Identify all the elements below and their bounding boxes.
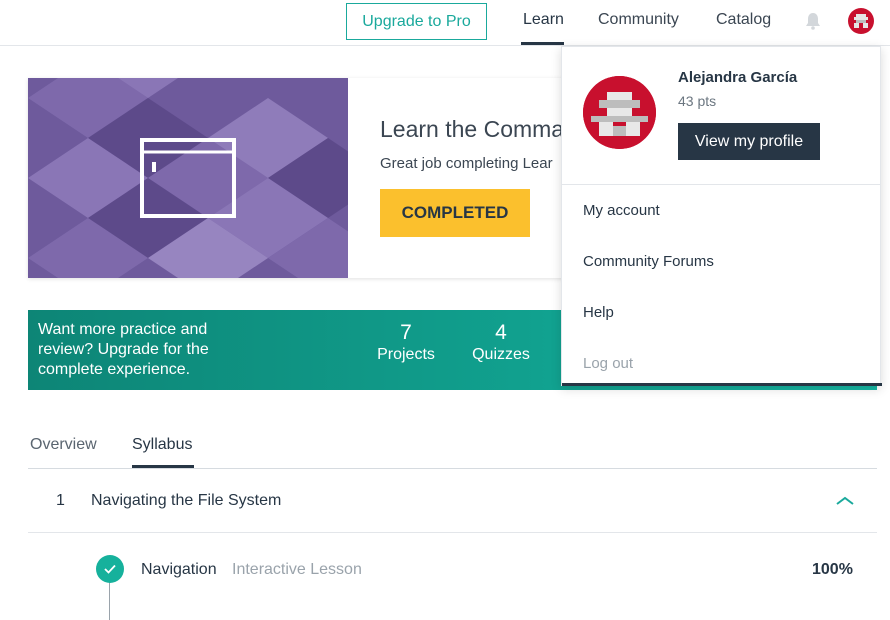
menu-item-log-out[interactable]: Log out	[583, 355, 633, 372]
module-number: 1	[56, 492, 65, 509]
lesson-timeline	[109, 582, 110, 620]
course-subtitle: Great job completing Lear	[380, 155, 553, 172]
stat-projects-label: Projects	[377, 346, 435, 363]
menu-item-community-forums[interactable]: Community Forums	[583, 253, 714, 270]
window-icon	[140, 138, 236, 223]
avatar	[583, 76, 656, 149]
completed-button[interactable]: COMPLETED	[380, 189, 530, 237]
course-illustration	[28, 78, 348, 278]
nav-link-community[interactable]: Community	[598, 11, 679, 29]
chevron-up-icon[interactable]	[835, 494, 855, 508]
nav-link-catalog[interactable]: Catalog	[716, 11, 771, 29]
stat-projects: 7 Projects	[377, 321, 435, 365]
course-hero-card: Learn the Comma Great job completing Lea…	[28, 78, 588, 278]
user-points: 43 pts	[678, 93, 717, 109]
tab-overview[interactable]: Overview	[30, 436, 97, 454]
stat-quizzes-label: Quizzes	[472, 346, 530, 363]
course-title: Learn the Comma	[380, 116, 565, 142]
upgrade-to-pro-button[interactable]: Upgrade to Pro	[346, 3, 487, 40]
module-row[interactable]: 1 Navigating the File System	[28, 470, 877, 533]
user-name: Alejandra García	[678, 69, 798, 86]
course-tabs: Overview Syllabus	[28, 430, 877, 469]
dropdown-bottom-border	[562, 383, 882, 386]
stat-quizzes: 4 Quizzes	[470, 321, 532, 365]
user-dropdown-menu: Alejandra García 43 pts View my profile …	[561, 46, 882, 386]
avatar-icon[interactable]	[848, 8, 874, 34]
stat-projects-value: 7	[400, 321, 412, 344]
banner-text: Want more practice and review? Upgrade f…	[38, 321, 209, 378]
lesson-progress: 100%	[812, 561, 853, 578]
check-icon	[96, 555, 124, 583]
stat-quizzes-value: 4	[495, 321, 507, 344]
view-profile-button[interactable]: View my profile	[678, 123, 820, 160]
dropdown-divider	[562, 184, 880, 185]
top-navigation: Upgrade to Pro Learn Community Catalog	[0, 0, 890, 46]
tab-active-indicator	[132, 465, 194, 468]
menu-item-help[interactable]: Help	[583, 304, 614, 321]
menu-item-my-account[interactable]: My account	[583, 202, 660, 219]
lesson-title[interactable]: Navigation	[141, 561, 217, 579]
lesson-type: Interactive Lesson	[232, 561, 362, 578]
nav-active-indicator	[521, 42, 564, 45]
nav-link-learn[interactable]: Learn	[523, 11, 564, 29]
module-title: Navigating the File System	[91, 492, 282, 509]
bell-icon[interactable]	[805, 12, 821, 30]
tab-syllabus[interactable]: Syllabus	[132, 436, 192, 454]
